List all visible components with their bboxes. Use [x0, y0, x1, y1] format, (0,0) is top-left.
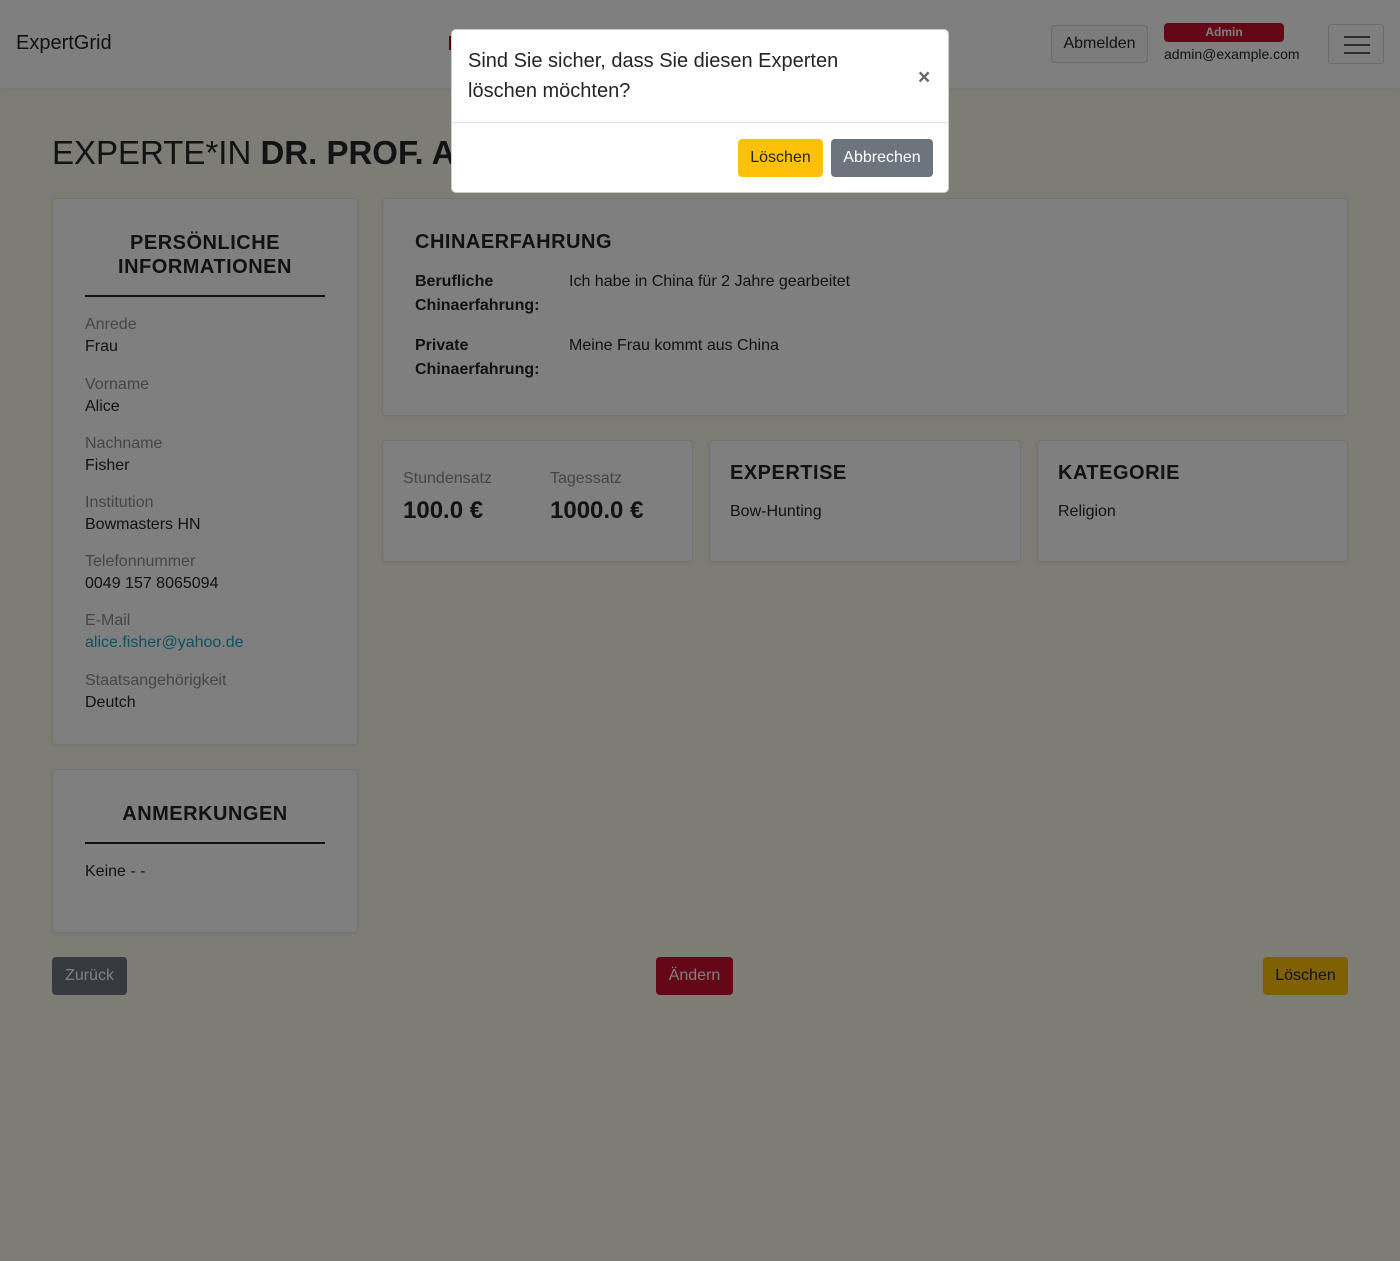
- dialog-title: Sind Sie sicher, dass Sie diesen Experte…: [468, 50, 839, 102]
- confirm-delete-button[interactable]: Löschen: [738, 139, 823, 177]
- cancel-button[interactable]: Abbrechen: [831, 139, 933, 177]
- close-icon[interactable]: ×: [918, 67, 930, 88]
- dialog-divider: [452, 122, 948, 123]
- delete-confirm-dialog: Sind Sie sicher, dass Sie diesen Experte…: [451, 29, 949, 193]
